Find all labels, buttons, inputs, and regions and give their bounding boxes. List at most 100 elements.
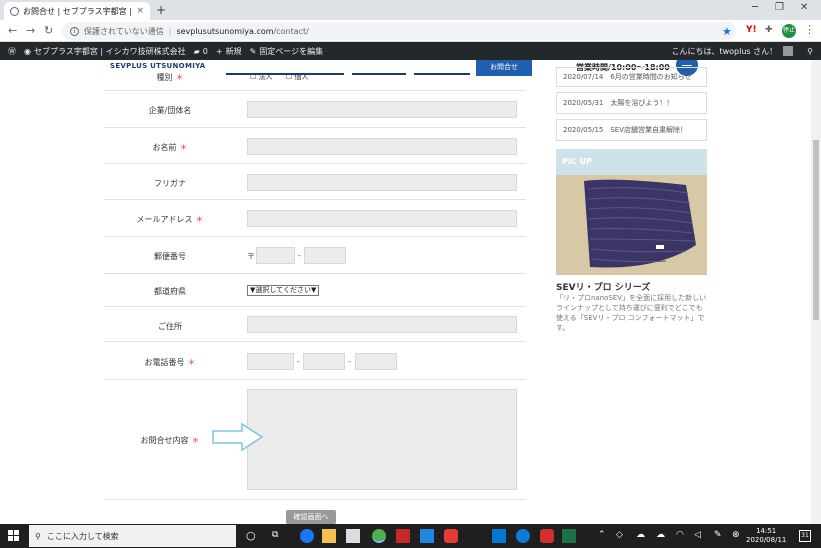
admin-search-icon[interactable]: ⚲	[807, 47, 813, 56]
volume-icon[interactable]: ◁	[694, 530, 701, 540]
tray-chevron-icon[interactable]: ⌃	[598, 530, 606, 540]
store-icon[interactable]	[346, 529, 360, 543]
zip-input-1[interactable]	[256, 247, 295, 264]
confirm-button[interactable]: 確認画面へ	[286, 510, 336, 524]
tab-title: お問合せ | セブプラス宇都宮 | イシカ	[23, 6, 132, 16]
search-placeholder: ここに入力して検索	[46, 531, 119, 541]
news-item[interactable]: 2020/07/14 6月の営業時間のお知らせ	[556, 67, 707, 87]
admin-edit-label: 固定ページを編集	[259, 46, 324, 56]
address-input[interactable]	[247, 316, 517, 333]
address-label: ご住所	[158, 322, 182, 331]
name-input[interactable]	[247, 138, 517, 155]
admin-site-link[interactable]: ◉ セブプラス宇都宮 | イシカワ技研株式会社	[24, 46, 186, 57]
file-explorer-icon[interactable]	[322, 529, 336, 543]
admin-site-name: セブプラス宇都宮 | イシカワ技研株式会社	[33, 46, 186, 56]
close-window-icon[interactable]: ✕	[800, 2, 808, 13]
mail-icon[interactable]	[492, 529, 506, 543]
admin-greeting[interactable]: こんにちは、twoplus さん！	[671, 46, 777, 57]
message-textarea[interactable]	[247, 389, 517, 490]
cloud-icon[interactable]: ☁	[656, 530, 665, 540]
gmail-icon[interactable]	[396, 529, 410, 543]
furigana-label: フリガナ	[154, 179, 186, 188]
admin-avatar[interactable]	[783, 46, 794, 56]
form-row-phone: お電話番号＊ - -	[104, 342, 526, 380]
dashboard-icon: ◉	[24, 46, 31, 56]
admin-new-label: 新規	[225, 46, 242, 56]
clock-date: 2020/08/11	[746, 536, 787, 544]
reload-icon[interactable]: ↻	[44, 24, 53, 37]
yahoo-extension-icon[interactable]: Y!	[746, 25, 757, 35]
product-title[interactable]: SEVリ・プロ シリーズ	[556, 280, 650, 293]
windows-start-icon[interactable]	[8, 530, 20, 542]
browser-tab[interactable]: お問合せ | セブプラス宇都宮 | イシカ ×	[4, 2, 150, 20]
phone-label: お電話番号＊	[144, 358, 196, 367]
type-option-corporate[interactable]: ☐ 法人	[250, 72, 273, 82]
new-tab-button[interactable]: +	[156, 3, 166, 17]
edge-icon[interactable]	[516, 529, 530, 543]
comments-count: 0	[202, 46, 208, 56]
form-row-address: ご住所	[104, 307, 526, 342]
back-icon[interactable]: ←	[8, 24, 17, 37]
type-option-individual[interactable]: ☐ 個人	[286, 72, 309, 82]
browser-toolbar: ← → ↻ i 保護されていない通信 | sevplusutsunomiya.c…	[0, 20, 821, 42]
excel-icon[interactable]	[562, 529, 576, 543]
task-view-icon[interactable]: ⧉	[272, 530, 278, 540]
wordpress-logo-icon[interactable]: Ⓦ	[8, 46, 16, 57]
url-host: sevplusutsunomiya.com	[176, 26, 274, 36]
cortana-icon[interactable]: ○	[246, 529, 256, 542]
admin-edit-page[interactable]: ✎ 固定ページを編集	[250, 46, 324, 57]
form-row-email: メールアドレス＊	[104, 200, 526, 237]
dropbox-icon[interactable]: ◇	[616, 530, 623, 540]
email-label: メールアドレス＊	[136, 215, 204, 224]
page-scrollbar[interactable]	[811, 60, 821, 524]
calendar-icon[interactable]	[420, 529, 434, 543]
minimize-icon[interactable]: ─	[752, 2, 758, 13]
product-image[interactable]	[556, 175, 707, 275]
pen-icon[interactable]: ✎	[714, 530, 722, 540]
ime-icon[interactable]: ⊗	[732, 530, 740, 540]
taskbar-clock[interactable]: 14:51 2020/08/11	[746, 527, 786, 545]
admin-comments[interactable]: ▰ 0	[194, 47, 208, 56]
acrobat-icon[interactable]	[540, 529, 554, 543]
close-tab-icon[interactable]: ×	[136, 6, 144, 16]
phone-input-2[interactable]	[303, 353, 345, 370]
restore-icon[interactable]: ❐	[775, 2, 784, 13]
security-label: 保護されていない通信	[84, 26, 164, 36]
pref-select[interactable]: ▼選択してください▼	[247, 285, 320, 296]
profile-avatar[interactable]: 停止	[782, 24, 796, 38]
taskbar-search[interactable]: ⚲ ここに入力して検索	[29, 525, 236, 547]
email-input[interactable]	[247, 210, 517, 227]
phone-input-3[interactable]	[355, 353, 397, 370]
pointing-arrow-icon	[212, 422, 264, 452]
network-icon[interactable]: ◠	[676, 530, 684, 540]
bookmark-star-icon[interactable]: ★	[722, 25, 732, 38]
info-icon[interactable]: i	[70, 26, 79, 36]
search-icon: ⚲	[35, 531, 41, 541]
zip-input-2[interactable]	[304, 247, 346, 264]
browser-menu-icon[interactable]: ⋮	[804, 23, 815, 36]
youtube-icon[interactable]	[444, 529, 458, 543]
browser-tab-strip: お問合せ | セブプラス宇都宮 | イシカ × + ─ ❐ ✕	[0, 0, 821, 20]
clock-time: 14:51	[756, 527, 777, 535]
zip-prefix: 〒	[247, 252, 255, 261]
plus-icon: +	[215, 46, 223, 56]
admin-new[interactable]: + 新規	[216, 46, 242, 57]
news-item[interactable]: 2020/05/15 SEV店舗営業自粛解除！	[556, 119, 707, 141]
messenger-icon[interactable]	[300, 529, 314, 543]
company-input[interactable]	[247, 101, 517, 118]
extensions-puzzle-icon[interactable]: ✚	[765, 25, 773, 35]
chrome-icon[interactable]	[372, 529, 386, 543]
omnibox-separator: |	[168, 26, 172, 36]
address-bar[interactable]: i 保護されていない通信 | sevplusutsunomiya.com /co…	[62, 22, 736, 40]
comment-icon: ▰	[193, 46, 200, 56]
news-item[interactable]: 2020/05/31 太陽を浴びよう！！	[556, 92, 707, 114]
forward-icon[interactable]: →	[26, 24, 35, 37]
furigana-input[interactable]	[247, 174, 517, 191]
onedrive-icon[interactable]: ☁	[636, 530, 645, 540]
zip-label: 郵便番号	[154, 252, 186, 261]
notification-center-icon[interactable]: 31	[799, 530, 811, 542]
scrollbar-thumb[interactable]	[813, 140, 819, 320]
phone-input-1[interactable]	[247, 353, 294, 370]
form-row-zip: 郵便番号 〒 -	[104, 237, 526, 274]
url-path: /contact/	[273, 26, 309, 36]
